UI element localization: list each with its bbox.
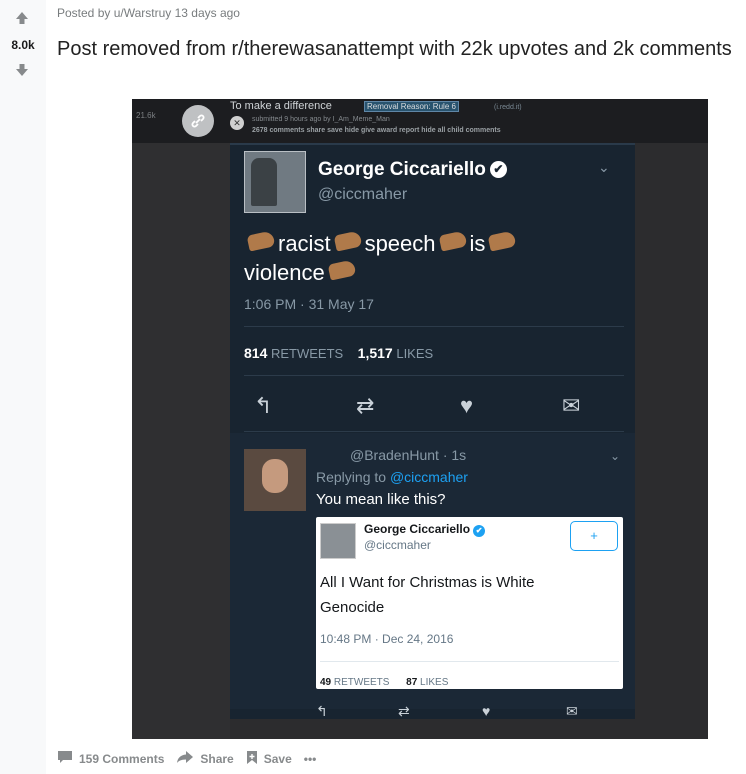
reply-handle: @BradenHunt · 1s — [350, 447, 467, 463]
old-reddit-title: To make a difference — [230, 100, 332, 112]
more-label: ••• — [303, 752, 317, 766]
clap-emoji-icon — [333, 230, 362, 252]
post-image[interactable]: 21.6k To make a difference Removal Reaso… — [132, 99, 708, 739]
verified-icon: ✔ — [473, 525, 486, 537]
retweet-count: 49 — [320, 677, 332, 688]
dm-icon: ✉ — [562, 393, 581, 418]
retweet-count: 814 — [244, 345, 268, 361]
retweet-icon: ⇄ — [398, 703, 410, 719]
old-reddit-actions: 2678 comments share save hide give award… — [252, 127, 501, 134]
downvote-icon[interactable] — [14, 62, 30, 78]
upvote-icon[interactable] — [14, 10, 30, 26]
save-button[interactable]: Save — [246, 750, 292, 769]
quoted-handle: @ciccmaher — [364, 538, 431, 552]
tweet-word: speech — [364, 231, 436, 256]
share-button[interactable]: Share — [176, 750, 234, 768]
clap-emoji-icon — [488, 230, 517, 252]
like-count: 87 — [406, 677, 418, 688]
share-label: Share — [200, 752, 234, 766]
divider — [244, 326, 624, 327]
retweet-label: RETWEETS — [270, 346, 344, 361]
tweet-body: racist speech is violence — [244, 229, 584, 287]
follow-icon: + — [570, 521, 618, 551]
post-meta: Posted by u/Warstruy 13 days ago — [57, 6, 240, 20]
like-count: 1,517 — [357, 345, 393, 361]
save-label: Save — [263, 752, 292, 766]
close-icon: ✕ — [230, 116, 244, 130]
clap-emoji-icon — [327, 259, 357, 281]
comments-label: 159 Comments — [79, 752, 165, 766]
tweet-word: violence — [244, 260, 325, 285]
divider — [230, 143, 635, 145]
tweet-word: racist — [278, 231, 331, 256]
comments-button[interactable]: 159 Comments — [57, 750, 164, 768]
reply-actions: ↰ ⇄ ♥ ✉ — [230, 703, 635, 719]
retweet-label: RETWEETS — [333, 677, 390, 688]
reply-text: You mean like this? — [316, 491, 446, 508]
chevron-down-icon: ⌄ — [598, 159, 610, 175]
old-reddit-header: 21.6k To make a difference Removal Reaso… — [132, 99, 708, 143]
retweet-icon: ⇄ — [356, 393, 375, 418]
reply-tweet: @BradenHunt · 1s ⌄ Replying to @ciccmahe… — [230, 433, 635, 709]
avatar — [244, 449, 306, 511]
avatar — [244, 151, 306, 213]
comment-icon — [57, 750, 73, 768]
link-icon — [182, 105, 214, 137]
divider — [320, 661, 619, 662]
like-icon: ♥ — [482, 703, 491, 719]
like-label: LIKES — [420, 677, 449, 688]
clap-emoji-icon — [246, 230, 276, 252]
like-icon: ♥ — [460, 393, 474, 418]
reply-icon: ↰ — [316, 703, 328, 719]
save-icon — [246, 750, 258, 769]
tweet-time: 1:06 PM · 31 May 17 — [244, 296, 374, 312]
verified-icon: ✔ — [489, 161, 507, 178]
more-icon[interactable]: ••• — [304, 752, 317, 766]
like-label: LIKES — [396, 346, 434, 361]
vote-count: 8.0k — [11, 38, 35, 52]
replying-to: Replying to @ciccmaher — [316, 469, 468, 485]
tweet-stats: 814 RETWEETS 1,517 LIKES — [244, 345, 433, 361]
quoted-tweet: George Ciccariello ✔ @ciccmaher + All I W… — [316, 517, 623, 689]
old-reddit-submitted: submitted 9 hours ago by I_Am_Meme_Man — [252, 116, 390, 123]
old-reddit-score: 21.6k — [136, 111, 156, 120]
tweet-actions: ↰ ⇄ ♥ ✉ — [244, 393, 624, 419]
replying-to-handle: @ciccmaher — [389, 469, 468, 485]
post-title[interactable]: Post removed from r/therewasanattempt wi… — [57, 36, 741, 63]
tweet-author-name: George Ciccariello ✔ — [318, 159, 507, 181]
quoted-author-name: George Ciccariello — [364, 522, 471, 536]
tweet-word: is — [469, 231, 486, 256]
quoted-body: All I Want for Christmas is White Genoci… — [320, 574, 535, 616]
replying-prefix: Replying to — [316, 469, 387, 485]
divider — [244, 431, 624, 432]
post-footer: 159 Comments Share Save ••• — [57, 748, 328, 770]
quoted-stats: 49 RETWEETS 87 LIKES — [320, 677, 448, 688]
divider — [244, 375, 624, 376]
quoted-time: 10:48 PM · Dec 24, 2016 — [320, 632, 454, 646]
old-reddit-domain: (i.redd.it) — [494, 104, 522, 111]
avatar — [320, 523, 356, 559]
old-reddit-flair: Removal Reason: Rule 6 — [364, 101, 459, 112]
vote-column: 8.0k — [0, 0, 46, 774]
dm-icon: ✉ — [566, 703, 578, 719]
clap-emoji-icon — [438, 230, 467, 252]
reply-icon: ↰ — [254, 393, 273, 418]
tweet-author-name-text: George Ciccariello — [318, 159, 486, 180]
share-icon — [176, 750, 194, 768]
quoted-author: George Ciccariello ✔ — [364, 522, 486, 537]
chevron-down-icon: ⌄ — [610, 449, 621, 463]
image-left-margin — [132, 99, 230, 739]
tweet-author-handle: @ciccmaher — [318, 186, 408, 203]
